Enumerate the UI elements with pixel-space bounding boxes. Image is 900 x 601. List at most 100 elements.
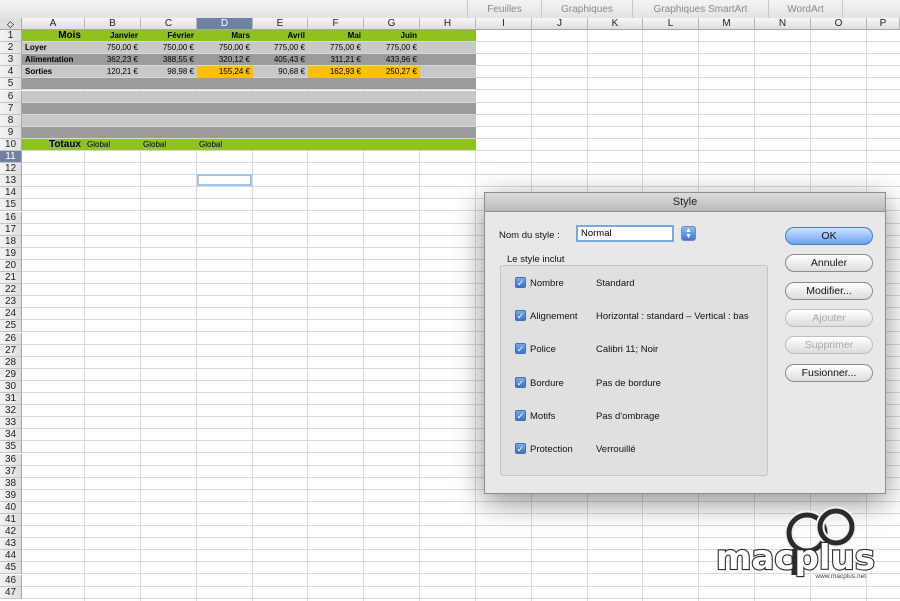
tab-feuilles[interactable]: Feuilles <box>467 0 541 18</box>
cell-total-value[interactable]: Global <box>141 139 197 151</box>
cell-value[interactable]: 433,96 € <box>364 54 420 66</box>
row-header-24[interactable]: 24 <box>0 308 22 321</box>
row-header-36[interactable]: 36 <box>0 453 22 466</box>
cell-value[interactable]: 250,27 € <box>364 66 420 79</box>
row-header-34[interactable]: 34 <box>0 429 22 442</box>
checkbox-0[interactable]: ✓ <box>515 277 526 288</box>
select-all-icon[interactable]: ◇ <box>0 18 22 30</box>
row-header-21[interactable]: 21 <box>0 272 22 284</box>
tab-graphiques-smartart[interactable]: Graphiques SmartArt <box>632 0 768 18</box>
row-header-27[interactable]: 27 <box>0 344 22 357</box>
row-header-6[interactable]: 6 <box>0 90 22 103</box>
row-header-2[interactable]: 2 <box>0 42 22 55</box>
up-down-arrows-icon[interactable]: ▲ ▼ <box>681 226 696 241</box>
row-header-7[interactable]: 7 <box>0 102 22 115</box>
row-header-33[interactable]: 33 <box>0 417 22 430</box>
row-header-19[interactable]: 19 <box>0 247 22 260</box>
row-header-45[interactable]: 45 <box>0 562 22 575</box>
column-header-k[interactable]: K <box>588 18 643 30</box>
row-header-31[interactable]: 31 <box>0 393 22 405</box>
cell-month-5[interactable]: Juin <box>364 30 420 42</box>
cell-value[interactable]: 775,00 € <box>308 42 364 54</box>
cell-row-label[interactable]: Alimentation <box>22 54 85 66</box>
row-header-42[interactable]: 42 <box>0 526 22 539</box>
cell-value[interactable]: 98,98 € <box>141 66 197 78</box>
column-header-p[interactable]: P <box>867 18 900 30</box>
row-header-28[interactable]: 28 <box>0 356 22 369</box>
column-header-f[interactable]: F <box>308 18 364 30</box>
cell-totals-label[interactable]: Totaux <box>22 139 85 151</box>
cell-header-mois[interactable]: Mois <box>22 30 85 42</box>
column-header-n[interactable]: N <box>755 18 811 30</box>
cell-row-label[interactable]: Sorties <box>22 66 85 78</box>
column-header-m[interactable]: M <box>699 18 755 30</box>
cell-value[interactable]: 750,00 € <box>197 42 253 54</box>
checkbox-1[interactable]: ✓ <box>515 310 526 321</box>
cell-value[interactable]: 155,24 € <box>197 66 253 79</box>
add-button[interactable]: Ajouter <box>785 309 873 327</box>
row-header-29[interactable]: 29 <box>0 368 22 381</box>
row-header-16[interactable]: 16 <box>0 211 22 224</box>
row-header-41[interactable]: 41 <box>0 514 22 526</box>
row-header-23[interactable]: 23 <box>0 296 22 309</box>
row-header-11[interactable]: 11 <box>0 151 22 163</box>
row-header-12[interactable]: 12 <box>0 163 22 176</box>
row-header-18[interactable]: 18 <box>0 235 22 248</box>
column-header-i[interactable]: I <box>476 18 532 30</box>
column-header-d[interactable]: D <box>197 18 253 30</box>
cell-value[interactable]: 405,43 € <box>253 54 308 66</box>
cell-month-4[interactable]: Mai <box>308 30 364 42</box>
row-header-8[interactable]: 8 <box>0 114 22 127</box>
column-header-c[interactable]: C <box>141 18 197 30</box>
cell-value[interactable]: 320,12 € <box>197 54 253 66</box>
cell-value[interactable]: 311,21 € <box>308 54 364 66</box>
row-header-9[interactable]: 9 <box>0 126 22 139</box>
row-header-38[interactable]: 38 <box>0 477 22 490</box>
row-header-46[interactable]: 46 <box>0 574 22 587</box>
row-header-13[interactable]: 13 <box>0 175 22 188</box>
column-header-l[interactable]: L <box>643 18 699 30</box>
cell-month-0[interactable]: Janvier <box>85 30 141 42</box>
ok-button[interactable]: OK <box>785 227 873 245</box>
row-header-30[interactable]: 30 <box>0 380 22 393</box>
column-header-j[interactable]: J <box>532 18 588 30</box>
row-header-40[interactable]: 40 <box>0 501 22 514</box>
row-header-3[interactable]: 3 <box>0 54 22 67</box>
cell-value[interactable]: 750,00 € <box>85 42 141 54</box>
cell-value[interactable]: 388,55 € <box>141 54 197 66</box>
row-header-43[interactable]: 43 <box>0 538 22 551</box>
row-header-37[interactable]: 37 <box>0 465 22 478</box>
row-header-14[interactable]: 14 <box>0 187 22 200</box>
cell-value[interactable]: 120,21 € <box>85 66 141 78</box>
cell-month-1[interactable]: Février <box>141 30 197 42</box>
cell-value[interactable]: 775,00 € <box>364 42 420 54</box>
row-header-44[interactable]: 44 <box>0 550 22 563</box>
column-header-b[interactable]: B <box>85 18 141 30</box>
cancel-button[interactable]: Annuler <box>785 254 873 272</box>
cell-value[interactable]: 90,68 € <box>253 66 308 78</box>
row-header-39[interactable]: 39 <box>0 489 22 502</box>
cell-value[interactable]: 162,93 € <box>308 66 364 79</box>
row-header-22[interactable]: 22 <box>0 284 22 297</box>
row-header-20[interactable]: 20 <box>0 259 22 272</box>
row-header-15[interactable]: 15 <box>0 199 22 212</box>
column-header-e[interactable]: E <box>253 18 308 30</box>
cell-value[interactable]: 775,00 € <box>253 42 308 54</box>
cell-total-value[interactable]: Global <box>85 139 141 151</box>
cell-value[interactable]: 750,00 € <box>141 42 197 54</box>
merge-button[interactable]: Fusionner... <box>785 364 873 382</box>
column-header-a[interactable]: A <box>22 18 85 30</box>
checkbox-3[interactable]: ✓ <box>515 377 526 388</box>
column-header-h[interactable]: H <box>420 18 476 30</box>
row-header-17[interactable]: 17 <box>0 223 22 236</box>
row-header-10[interactable]: 10 <box>0 138 22 151</box>
modify-button[interactable]: Modifier... <box>785 282 873 300</box>
cell-value[interactable]: 362,23 € <box>85 54 141 66</box>
active-cell-d11[interactable] <box>197 174 252 186</box>
row-header-35[interactable]: 35 <box>0 441 22 454</box>
row-header-4[interactable]: 4 <box>0 66 22 79</box>
row-header-47[interactable]: 47 <box>0 586 22 599</box>
column-header-o[interactable]: O <box>811 18 867 30</box>
row-header-25[interactable]: 25 <box>0 320 22 333</box>
row-header-32[interactable]: 32 <box>0 405 22 418</box>
